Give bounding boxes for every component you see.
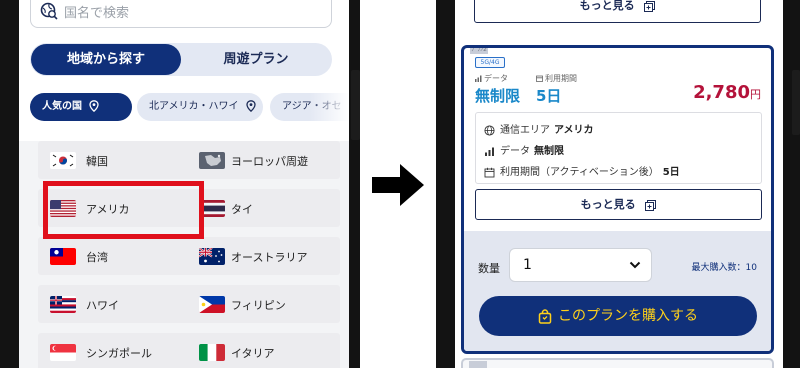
country-tile-taiwan[interactable]: 台湾 xyxy=(38,237,192,275)
country-grid: 韓国 ヨーロッパ周遊 アメリカ タイ 台湾 オーストラリア ハワイ フィリピン … xyxy=(19,141,349,368)
region-chip-row: 人気の国 北アメリカ・ハワイ アジア・オセ xyxy=(30,93,349,123)
phone-side-button xyxy=(792,70,800,135)
calendar-icon xyxy=(536,75,543,82)
country-label: シンガポール xyxy=(86,347,152,360)
map-pin-icon xyxy=(89,100,100,112)
max-purchase-label: 最大購入数：10 xyxy=(691,263,757,273)
globe-icon xyxy=(484,124,495,136)
price-value: 2,780 xyxy=(693,82,750,103)
period-value: 5日 xyxy=(662,167,680,178)
right-arrow-icon xyxy=(372,164,424,206)
data-amount: 無制限 xyxy=(475,87,521,105)
phone-side-button xyxy=(351,70,360,140)
search-mode-toggle: 地域から探す 周遊プラン xyxy=(30,43,332,76)
signal-bars-icon xyxy=(485,147,494,156)
show-more-label: もっと見る xyxy=(579,0,635,12)
country-label: ヨーロッパ周遊 xyxy=(231,155,308,168)
country-tile-italy[interactable]: イタリア xyxy=(186,333,340,368)
network-badge: 5G/4G xyxy=(475,57,505,68)
plan-tag xyxy=(469,361,487,368)
detail-row-period: 利用期間（アクティベーション後） 5日 xyxy=(484,163,680,178)
tab-tour-plans[interactable]: 周遊プラン xyxy=(181,44,331,75)
detail-row-area: 通信エリア アメリカ xyxy=(484,121,594,136)
area-value: アメリカ xyxy=(554,125,594,136)
expand-plus-icon xyxy=(645,199,657,211)
country-label: ハワイ xyxy=(86,299,119,312)
globe-search-icon xyxy=(40,2,58,20)
quantity-label: 数量 xyxy=(478,262,500,275)
country-label: フィリピン xyxy=(231,299,286,312)
country-label: オーストラリア xyxy=(231,251,308,264)
signal-bars-icon xyxy=(475,75,482,82)
shopping-bag-icon xyxy=(538,308,552,324)
plan-card-selected[interactable]: ﾌﾟﾗﾝ2 5G/4G データ 利用期間 無制限 5日 2,780円 通信エリア… xyxy=(461,45,774,354)
usa-highlight-box xyxy=(43,181,204,239)
next-plan-card[interactable] xyxy=(461,358,774,368)
scroll-fade xyxy=(309,93,349,121)
plan-details-box: 通信エリア アメリカ データ 無制限 利用期間（アクティベーション後） 5日 xyxy=(475,112,762,184)
purchase-plan-button[interactable]: このプランを購入する xyxy=(479,296,757,336)
calendar-icon xyxy=(484,167,495,177)
country-tile-thailand[interactable]: タイ xyxy=(186,189,340,227)
chip-north-america-hawaii[interactable]: 北アメリカ・ハワイ xyxy=(137,93,263,121)
right-phone-frame: もっと見る ﾌﾟﾗﾝ2 5G/4G データ 利用期間 無制限 5日 2,780円… xyxy=(436,0,800,368)
show-more-label: もっと見る xyxy=(580,198,636,211)
left-phone-frame: 国名で検索 地域から探す 周遊プラン 人気の国 北アメリカ・ハワイ 韓国 ヨーロ… xyxy=(0,0,360,368)
singapore-flag-icon xyxy=(50,344,76,361)
country-label: イタリア xyxy=(231,347,275,360)
country-label: 韓国 xyxy=(86,155,108,168)
taiwan-flag-icon xyxy=(50,248,76,265)
purchase-panel: 数量 1 最大購入数：10 このプランを購入する xyxy=(464,231,771,351)
korea-flag-icon xyxy=(50,152,76,169)
map-pin-icon xyxy=(246,100,256,112)
detail-row-data: データ 無制限 xyxy=(484,142,564,157)
italy-flag-icon xyxy=(199,344,225,361)
europe-flag-icon xyxy=(199,152,225,169)
chevron-down-icon xyxy=(629,261,641,269)
chip-label: 人気の国 xyxy=(42,101,82,112)
quantity-value: 1 xyxy=(523,257,532,273)
right-phone-screen: もっと見る ﾌﾟﾗﾝ2 5G/4G データ 利用期間 無制限 5日 2,780円… xyxy=(455,0,783,368)
chip-popular-countries[interactable]: 人気の国 xyxy=(30,93,132,121)
country-tile-philippines[interactable]: フィリピン xyxy=(186,285,340,323)
expand-plus-icon xyxy=(644,0,656,12)
country-tile-australia[interactable]: オーストラリア xyxy=(186,237,340,275)
data-value: 無制限 xyxy=(534,146,564,157)
country-tile-hawaii[interactable]: ハワイ xyxy=(38,285,192,323)
plan-days: 5日 xyxy=(536,87,562,105)
country-tile-korea[interactable]: 韓国 xyxy=(38,141,192,179)
country-search-input[interactable]: 国名で検索 xyxy=(30,0,332,28)
purchase-button-label: このプランを購入する xyxy=(558,308,698,324)
country-tile-singapore[interactable]: シンガポール xyxy=(38,333,192,368)
hawaii-flag-icon xyxy=(50,296,76,313)
philippines-flag-icon xyxy=(199,296,225,313)
country-tile-europe[interactable]: ヨーロッパ周遊 xyxy=(186,141,340,179)
country-label: タイ xyxy=(231,203,253,216)
country-label: 台湾 xyxy=(86,251,108,264)
show-more-button[interactable]: もっと見る xyxy=(475,189,762,220)
tab-by-region[interactable]: 地域から探す xyxy=(31,44,181,75)
search-placeholder: 国名で検索 xyxy=(64,6,130,21)
quantity-select[interactable]: 1 xyxy=(509,248,652,282)
period-caption: 利用期間 xyxy=(536,73,577,84)
comparison-stage: 国名で検索 地域から探す 周遊プラン 人気の国 北アメリカ・ハワイ 韓国 ヨーロ… xyxy=(0,0,800,368)
plan-tag: ﾌﾟﾗﾝ2 xyxy=(470,46,488,54)
show-more-button-top[interactable]: もっと見る xyxy=(474,0,761,23)
australia-flag-icon xyxy=(199,248,225,265)
price-unit: 円 xyxy=(750,88,761,101)
plan-price: 2,780円 xyxy=(693,82,761,103)
left-phone-screen: 国名で検索 地域から探す 周遊プラン 人気の国 北アメリカ・ハワイ 韓国 ヨーロ… xyxy=(19,0,349,368)
data-caption: データ xyxy=(475,73,508,84)
chip-label: 北アメリカ・ハワイ xyxy=(149,101,239,112)
